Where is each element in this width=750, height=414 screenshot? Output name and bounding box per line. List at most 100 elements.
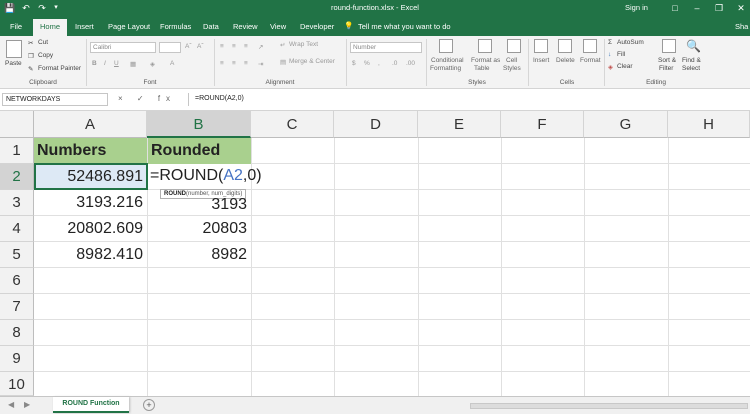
cell-b1[interactable]: Rounded — [148, 138, 251, 164]
column-header-f[interactable]: F — [501, 111, 584, 138]
cell-styles-icon[interactable] — [507, 39, 521, 53]
share-button[interactable]: Sha — [735, 22, 748, 31]
tab-view[interactable]: View — [270, 22, 286, 31]
column-header-d[interactable]: D — [334, 111, 418, 138]
align-center-icon[interactable]: ≡ — [232, 60, 236, 67]
conditional-formatting-button[interactable]: Conditional — [431, 57, 464, 64]
font-size-select[interactable] — [159, 42, 181, 53]
cell-a1[interactable]: Numbers — [34, 138, 147, 164]
autosum-button[interactable]: AutoSum — [617, 39, 644, 46]
tab-home[interactable]: Home — [33, 19, 68, 36]
copy-button[interactable]: Copy — [38, 52, 53, 59]
formula-bar-buttons[interactable]: × ✓ fx — [118, 94, 176, 103]
scroll-right-icon[interactable]: ▶ — [24, 400, 30, 409]
align-top-icon[interactable]: ≡ — [220, 43, 224, 50]
tab-formulas[interactable]: Formulas — [160, 22, 191, 31]
percent-icon[interactable]: % — [364, 60, 370, 67]
grow-font-icon[interactable]: Aˆ — [185, 43, 192, 50]
row-header-2[interactable]: 2 — [0, 164, 34, 190]
delete-cells-icon[interactable] — [558, 39, 572, 53]
merge-center-button[interactable]: Merge & Center — [289, 58, 335, 65]
format-cells-button[interactable]: Format — [580, 57, 601, 64]
row-header-6[interactable]: 6 — [0, 268, 34, 294]
column-header-h[interactable]: H — [668, 111, 750, 138]
row-header-8[interactable]: 8 — [0, 320, 34, 346]
cell-a3[interactable]: 3193.216 — [34, 190, 147, 216]
format-as-table-button[interactable]: Format as — [471, 57, 500, 64]
row-header-3[interactable]: 3 — [0, 190, 34, 216]
horizontal-scrollbar[interactable] — [470, 403, 748, 409]
column-header-a[interactable]: A — [34, 111, 147, 138]
shrink-font-icon[interactable]: Aˇ — [197, 43, 204, 50]
align-middle-icon[interactable]: ≡ — [232, 43, 236, 50]
wrap-text-button[interactable]: Wrap Text — [289, 41, 318, 48]
number-format-select[interactable]: Number — [350, 42, 422, 53]
cut-button[interactable]: Cut — [38, 39, 48, 46]
tab-insert[interactable]: Insert — [75, 22, 94, 31]
row-header-9[interactable]: 9 — [0, 346, 34, 372]
find-select-button[interactable]: Find & — [682, 57, 701, 64]
cell-styles-button[interactable]: Cell — [506, 57, 517, 64]
italic-button[interactable]: I — [104, 60, 106, 67]
cell-b3[interactable]: 3193 — [148, 191, 251, 215]
sort-filter-button[interactable]: Sort & — [658, 57, 676, 64]
row-header-10[interactable]: 10 — [0, 372, 34, 396]
close-icon[interactable]: ✕ — [734, 1, 748, 15]
add-sheet-button[interactable]: + — [143, 399, 155, 411]
row-header-4[interactable]: 4 — [0, 216, 34, 242]
conditional-formatting-icon[interactable] — [439, 39, 453, 53]
align-right-icon[interactable]: ≡ — [244, 60, 248, 67]
decrease-decimal-icon[interactable]: .00 — [406, 60, 415, 67]
fill-color-icon[interactable]: ◈ — [150, 60, 155, 68]
paste-icon[interactable] — [6, 40, 22, 58]
format-cells-icon[interactable] — [583, 39, 597, 53]
cell-b4[interactable]: 20803 — [148, 216, 251, 242]
comma-icon[interactable]: , — [378, 60, 380, 67]
worksheet-grid[interactable]: A B C D E F G H 1 2 3 4 5 6 7 8 9 10 Num… — [0, 111, 750, 396]
select-all-corner[interactable] — [0, 111, 34, 138]
align-left-icon[interactable]: ≡ — [220, 60, 224, 67]
tab-developer[interactable]: Developer — [300, 22, 334, 31]
tell-me-box[interactable]: Tell me what you want to do — [358, 22, 451, 31]
orientation-icon[interactable]: ↗ — [258, 43, 263, 51]
column-header-b[interactable]: B — [147, 111, 251, 138]
sort-filter-icon[interactable] — [662, 39, 676, 53]
row-header-5[interactable]: 5 — [0, 242, 34, 268]
underline-button[interactable]: U — [114, 60, 119, 67]
cell-b5[interactable]: 8982 — [148, 242, 251, 268]
formula-input[interactable]: =ROUND(A2,0) — [188, 93, 748, 106]
scroll-left-icon[interactable]: ◀ — [8, 400, 14, 409]
cell-a4[interactable]: 20802.609 — [34, 216, 147, 242]
column-header-g[interactable]: G — [584, 111, 668, 138]
name-box[interactable]: NETWORKDAYS — [2, 93, 108, 106]
font-color-icon[interactable]: A — [170, 60, 174, 67]
paste-button[interactable]: Paste — [5, 60, 22, 67]
format-as-table-icon[interactable] — [478, 39, 492, 53]
tab-data[interactable]: Data — [203, 22, 219, 31]
minimize-icon[interactable]: – — [690, 1, 704, 15]
row-header-7[interactable]: 7 — [0, 294, 34, 320]
currency-icon[interactable]: $ — [352, 60, 356, 67]
indent-icon[interactable]: ⇥ — [258, 60, 263, 68]
cell-b2-editor[interactable]: =ROUND(A2,0) — [148, 164, 262, 189]
tab-file[interactable]: File — [10, 22, 22, 31]
restore-icon[interactable]: ❐ — [712, 1, 726, 15]
fill-button[interactable]: Fill — [617, 51, 625, 58]
format-painter-button[interactable]: Format Painter — [38, 65, 81, 72]
tab-review[interactable]: Review — [233, 22, 258, 31]
find-select-icon[interactable]: 🔍 — [686, 39, 701, 53]
ribbon-display-icon[interactable]: □ — [668, 1, 682, 15]
borders-icon[interactable]: ▦ — [130, 60, 136, 68]
sheet-tab-round-function[interactable]: ROUND Function — [53, 397, 129, 413]
font-name-select[interactable]: Calibri — [90, 42, 156, 53]
cell-a2[interactable]: 52486.891 — [34, 164, 147, 190]
insert-cells-icon[interactable] — [534, 39, 548, 53]
delete-cells-button[interactable]: Delete — [556, 57, 575, 64]
insert-cells-button[interactable]: Insert — [533, 57, 549, 64]
column-header-c[interactable]: C — [251, 111, 334, 138]
clear-button[interactable]: Clear — [617, 63, 633, 70]
row-header-1[interactable]: 1 — [0, 138, 34, 164]
cell-a5[interactable]: 8982.410 — [34, 242, 147, 268]
align-bottom-icon[interactable]: ≡ — [244, 43, 248, 50]
bold-button[interactable]: B — [92, 60, 97, 67]
